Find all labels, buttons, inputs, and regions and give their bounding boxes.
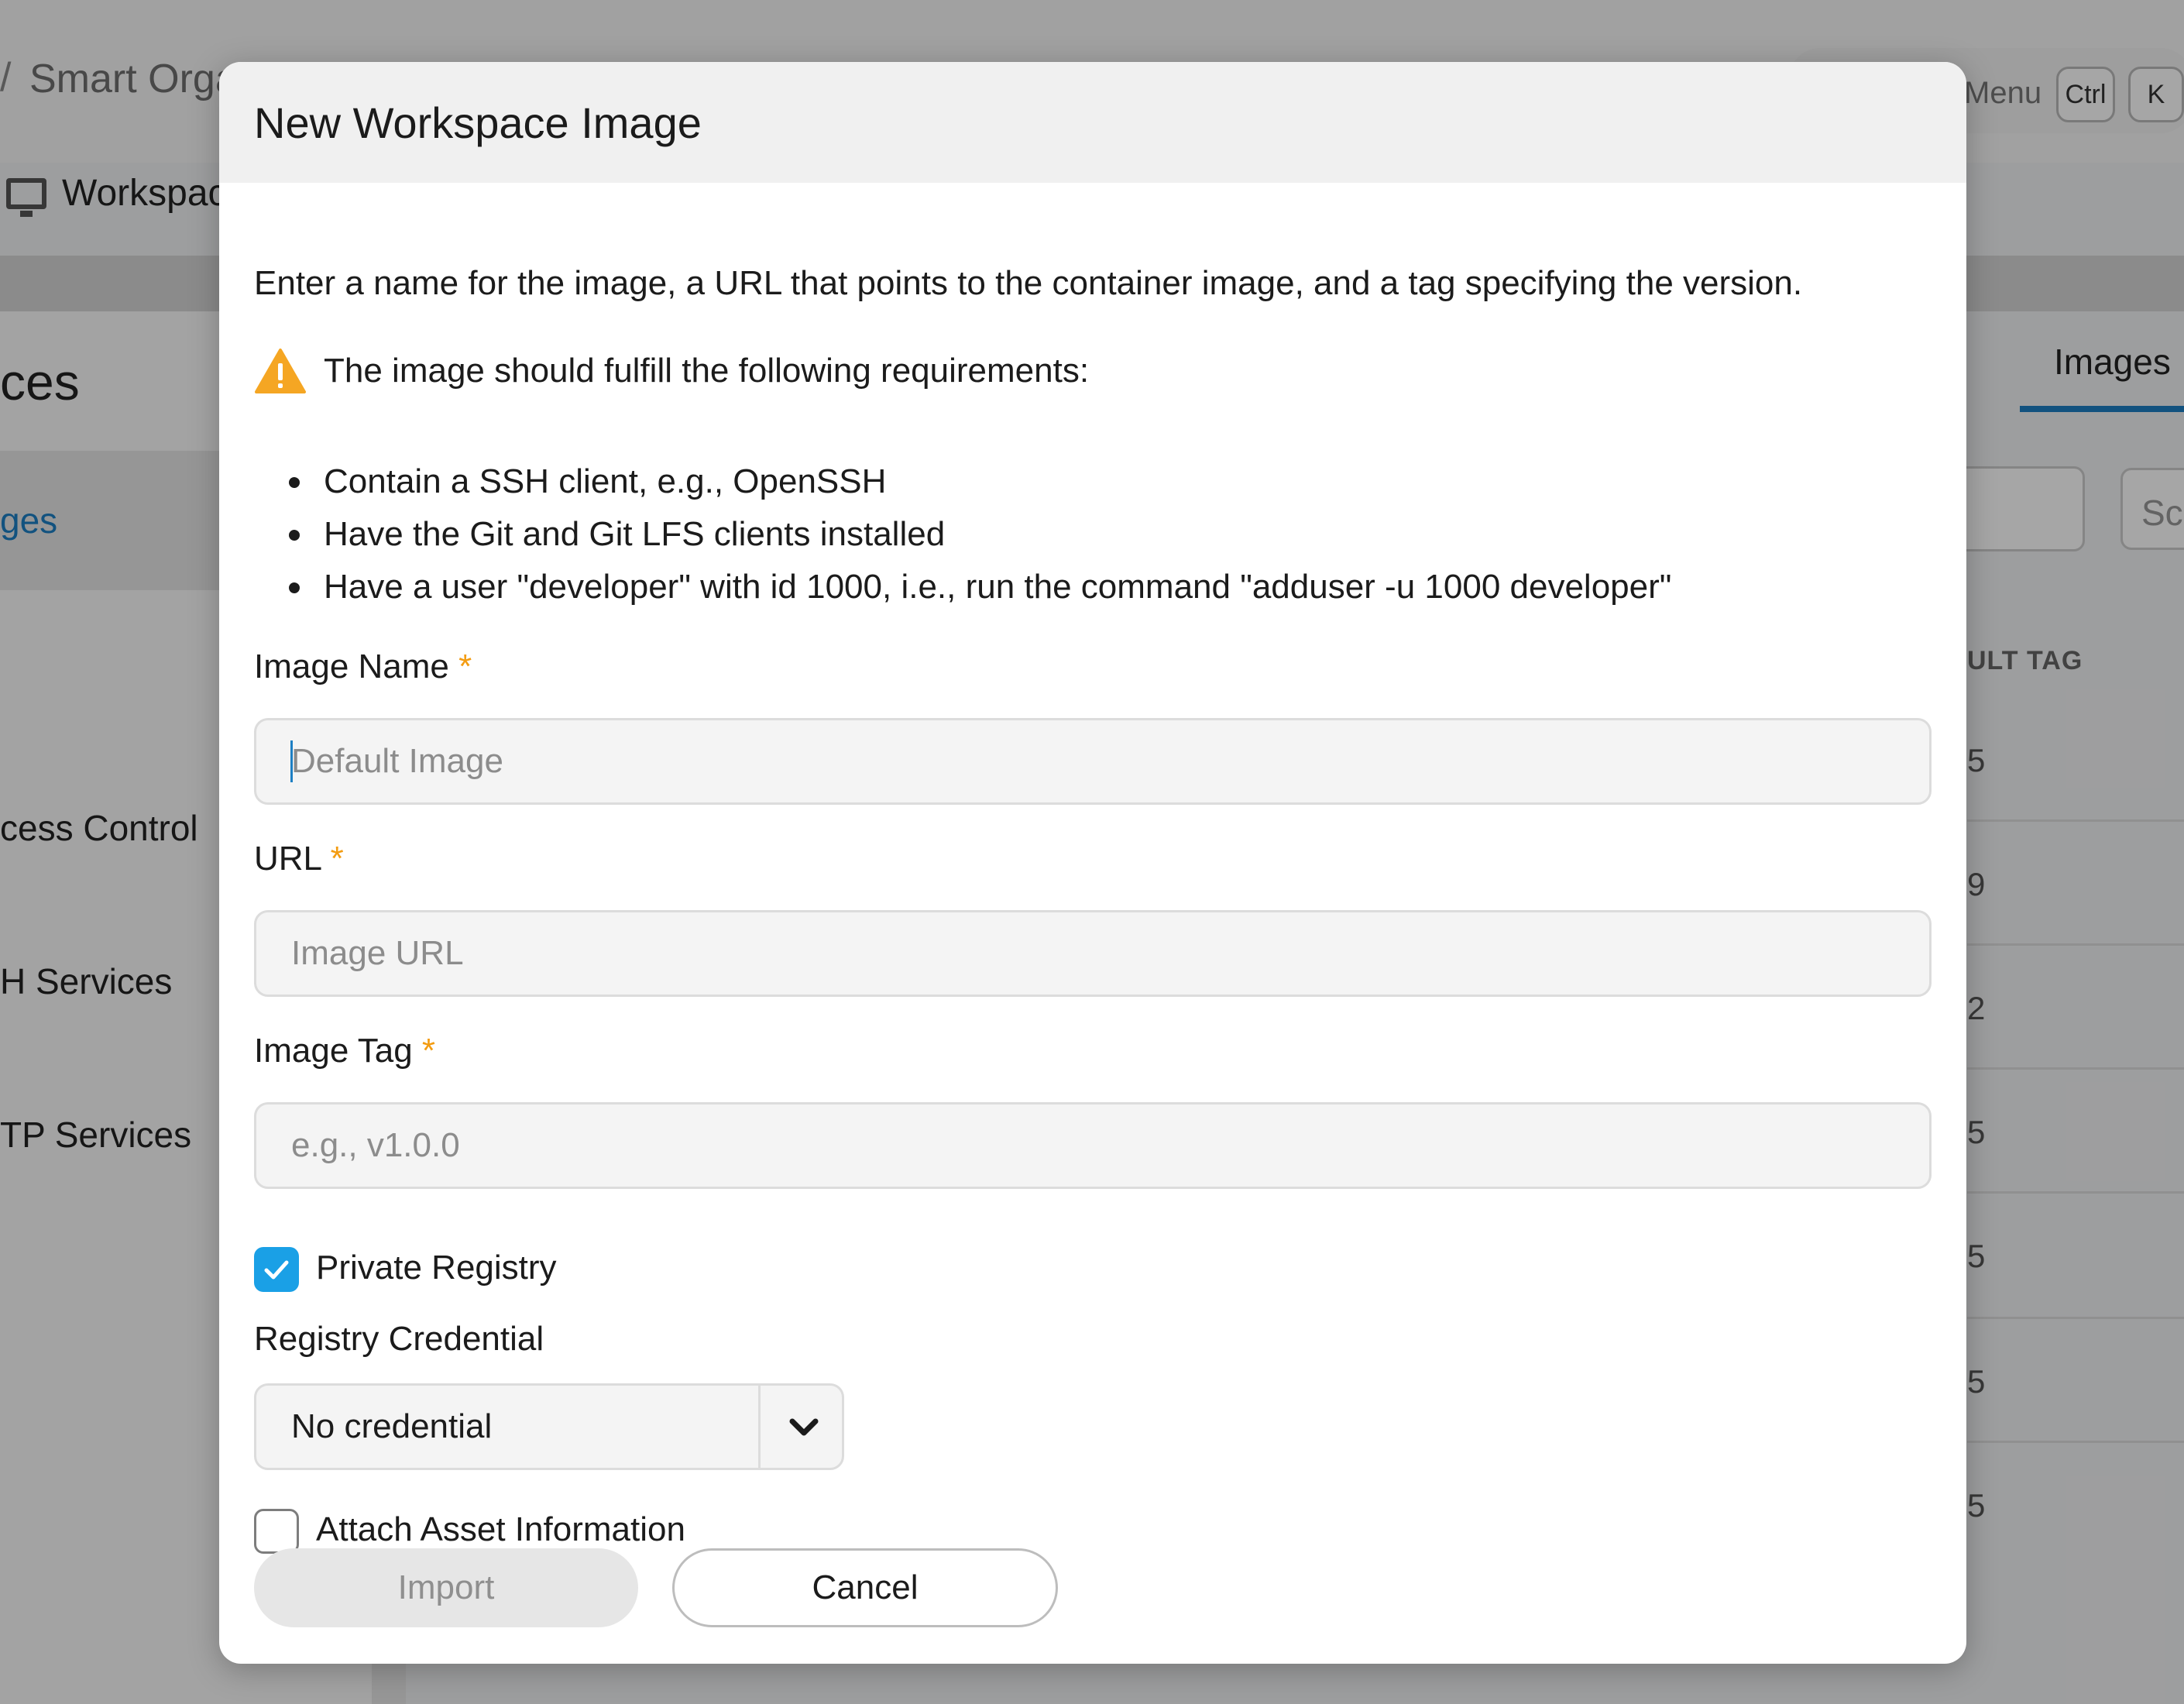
- dialog-description: Enter a name for the image, a URL that p…: [254, 264, 1803, 302]
- required-mark: *: [330, 840, 344, 878]
- url-label-text: URL: [254, 840, 321, 878]
- warning-icon: [255, 349, 306, 393]
- registry-credential-label: Registry Credential: [254, 1320, 544, 1358]
- image-name-label-text: Image Name: [254, 648, 449, 685]
- list-item: Have a user "developer" with id 1000, i.…: [289, 561, 1671, 613]
- image-name-input[interactable]: [254, 718, 1932, 805]
- image-tag-label-text: Image Tag: [254, 1032, 413, 1070]
- dialog-title: New Workspace Image: [254, 98, 702, 147]
- new-workspace-image-dialog: New Workspace Image Enter a name for the…: [219, 62, 1966, 1664]
- select-divider: [758, 1386, 761, 1468]
- cancel-button[interactable]: Cancel: [672, 1548, 1058, 1627]
- required-mark: *: [421, 1032, 436, 1070]
- private-registry-label[interactable]: Private Registry: [316, 1249, 557, 1287]
- required-mark: *: [458, 648, 472, 685]
- image-tag-input[interactable]: [254, 1102, 1932, 1189]
- requirements-list: Contain a SSH client, e.g., OpenSSH Have…: [289, 455, 1671, 613]
- chevron-down-icon: [789, 1418, 819, 1436]
- dialog-header: New Workspace Image: [219, 62, 1966, 183]
- text-cursor: [290, 740, 293, 782]
- requirements-warning: The image should fulfill the following r…: [254, 348, 1089, 394]
- registry-credential-value: No credential: [291, 1407, 493, 1445]
- url-label: URL *: [254, 840, 344, 878]
- image-tag-label: Image Tag *: [254, 1032, 435, 1070]
- attach-asset-checkbox[interactable]: [254, 1509, 299, 1554]
- private-registry-checkbox[interactable]: [254, 1247, 299, 1292]
- checkmark-icon: [264, 1260, 289, 1280]
- attach-asset-label[interactable]: Attach Asset Information: [316, 1510, 685, 1549]
- list-item: Contain a SSH client, e.g., OpenSSH: [289, 455, 1671, 508]
- import-button[interactable]: Import: [254, 1548, 638, 1627]
- image-name-label: Image Name *: [254, 648, 472, 686]
- warning-text: The image should fulfill the following r…: [324, 352, 1090, 390]
- registry-credential-select[interactable]: No credential: [254, 1383, 844, 1470]
- url-input[interactable]: [254, 910, 1932, 997]
- list-item: Have the Git and Git LFS clients install…: [289, 508, 1671, 561]
